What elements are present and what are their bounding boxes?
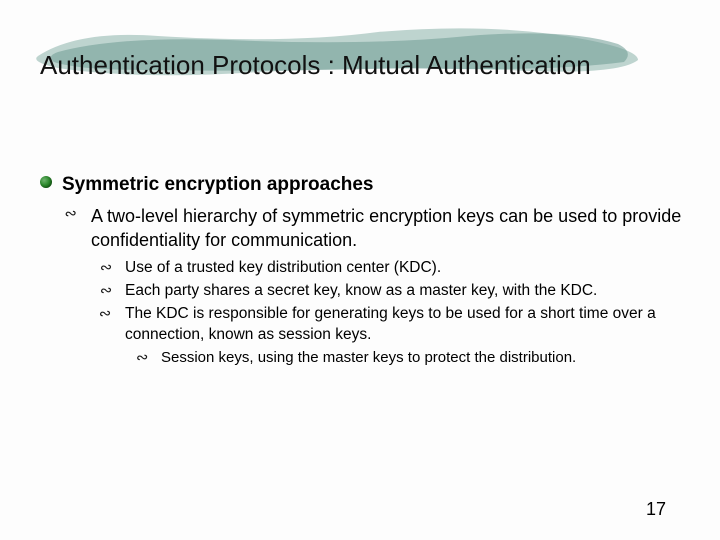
- bullet-level4-text: Session keys, using the master keys to p…: [161, 348, 576, 368]
- sphere-bullet-icon: [40, 176, 52, 188]
- bullet-level3: ∾ Each party shares a secret key, know a…: [100, 281, 690, 302]
- scribble-bullet-icon: ∾: [98, 305, 117, 346]
- scribble-bullet-icon: ∾: [135, 349, 152, 369]
- bullet-level3: ∾ Use of a trusted key distribution cent…: [100, 258, 690, 279]
- bullet-level3-text: Use of a trusted key distribution center…: [125, 258, 441, 279]
- bullet-level2-text: A two-level hierarchy of symmetric encry…: [91, 204, 690, 253]
- scribble-bullet-icon: ∾: [99, 260, 116, 280]
- slide-body: Symmetric encryption approaches ∾ A two-…: [40, 172, 690, 370]
- page-number: 17: [646, 499, 666, 520]
- bullet-level2: ∾ A two-level hierarchy of symmetric enc…: [66, 204, 690, 253]
- bullet-level1: Symmetric encryption approaches: [40, 172, 690, 198]
- bullet-level4: ∾ Session keys, using the master keys to…: [136, 348, 690, 368]
- bullet-level3-text: Each party shares a secret key, know as …: [125, 281, 597, 302]
- bullet-level3: ∾ The KDC is responsible for generating …: [100, 304, 690, 346]
- slide-title: Authentication Protocols : Mutual Authen…: [40, 50, 591, 81]
- scribble-bullet-icon: ∾: [99, 282, 116, 302]
- scribble-bullet-icon: ∾: [64, 205, 84, 253]
- bullet-level1-text: Symmetric encryption approaches: [62, 172, 374, 198]
- bullet-level3-text: The KDC is responsible for generating ke…: [125, 304, 690, 346]
